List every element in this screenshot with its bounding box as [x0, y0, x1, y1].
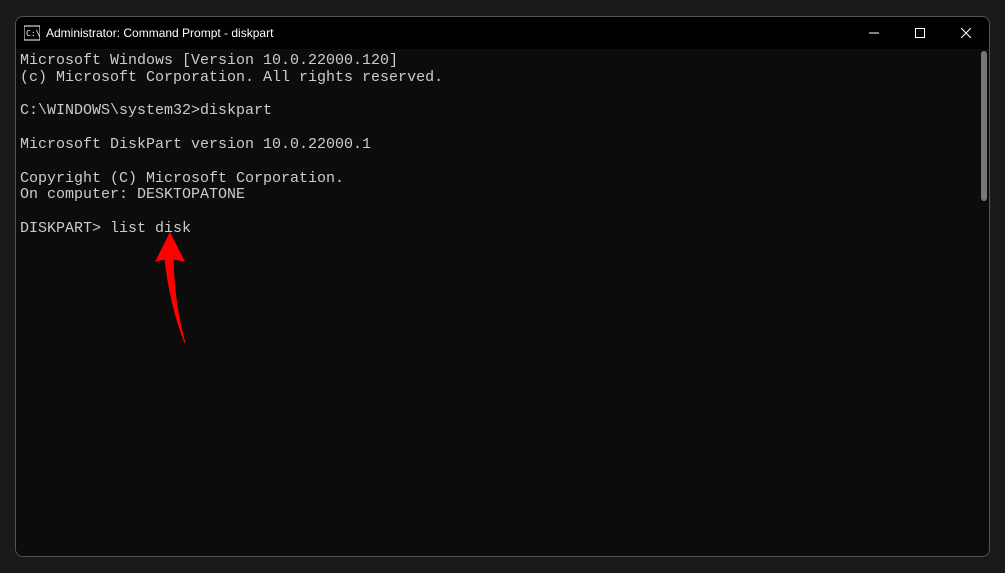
terminal-line: Copyright (C) Microsoft Corporation.: [20, 170, 344, 187]
svg-text:C:\: C:\: [26, 29, 40, 38]
titlebar[interactable]: C:\ Administrator: Command Prompt - disk…: [16, 17, 989, 49]
terminal-line: C:\WINDOWS\system32>diskpart: [20, 102, 272, 119]
terminal-content[interactable]: Microsoft Windows [Version 10.0.22000.12…: [16, 49, 989, 556]
window-title: Administrator: Command Prompt - diskpart: [46, 26, 851, 40]
terminal-line: On computer: DESKTOPATONE: [20, 186, 245, 203]
close-button[interactable]: [943, 17, 989, 49]
cmd-icon: C:\: [24, 25, 40, 41]
terminal-line: DISKPART> list disk: [20, 220, 191, 237]
terminal-line: (c) Microsoft Corporation. All rights re…: [20, 69, 443, 86]
window-controls: [851, 17, 989, 49]
terminal-line: Microsoft DiskPart version 10.0.22000.1: [20, 136, 371, 153]
maximize-button[interactable]: [897, 17, 943, 49]
command-prompt-window: C:\ Administrator: Command Prompt - disk…: [15, 16, 990, 557]
terminal-line: Microsoft Windows [Version 10.0.22000.12…: [20, 52, 398, 69]
scrollbar-thumb[interactable]: [981, 51, 987, 201]
minimize-button[interactable]: [851, 17, 897, 49]
